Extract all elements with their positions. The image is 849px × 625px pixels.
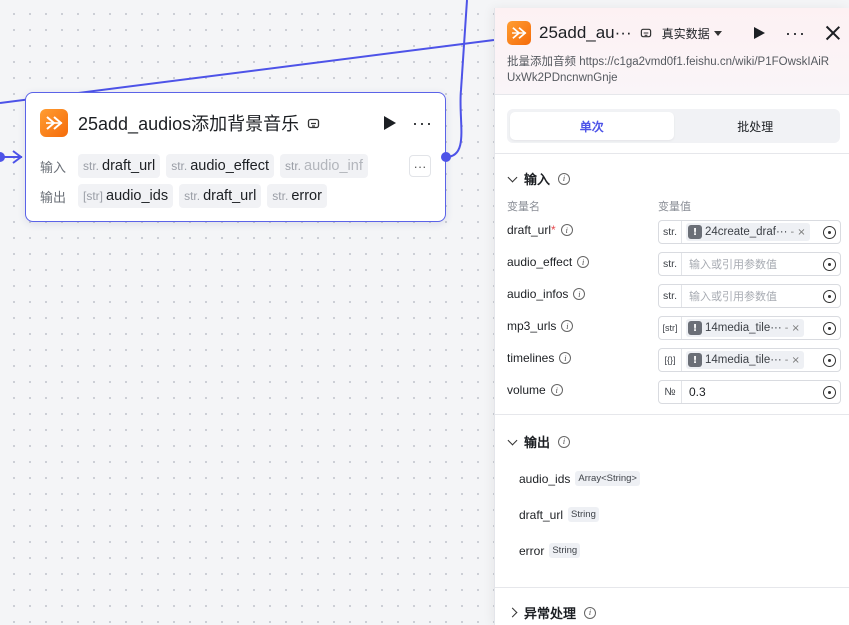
output-port-dot[interactable] bbox=[441, 152, 451, 162]
node-title: 25add_audios添加背景音乐 bbox=[78, 114, 300, 134]
remove-ref-icon[interactable]: - × bbox=[785, 323, 800, 334]
node-output-chip: str. error bbox=[267, 184, 327, 208]
capcut-app-icon bbox=[507, 21, 531, 45]
column-header-name: 变量名 bbox=[507, 200, 540, 213]
node-output-chip: str. draft_url bbox=[179, 184, 262, 208]
node-output-chip: [str] audio_ids bbox=[78, 184, 174, 208]
reference-target-icon[interactable] bbox=[823, 386, 836, 399]
param-value-field[interactable]: [str] ! 14media_tile··· - × bbox=[658, 316, 841, 340]
info-icon[interactable]: i bbox=[577, 256, 590, 268]
param-value-field[interactable]: str. 输入或引用参数值 bbox=[658, 252, 841, 276]
error-handling-section-header[interactable]: 异常处理 i bbox=[507, 603, 597, 622]
param-placeholder: 输入或引用参数值 bbox=[689, 290, 777, 303]
number-type-icon[interactable]: № bbox=[659, 381, 682, 403]
node-input-chip: str. draft_url bbox=[78, 154, 161, 178]
param-value-field[interactable]: str. ! 24create_draf··· - × bbox=[658, 220, 841, 244]
warning-icon: ! bbox=[688, 225, 702, 239]
more-icon[interactable]: ··· bbox=[785, 24, 806, 42]
reference-target-icon[interactable] bbox=[823, 226, 836, 239]
reference-target-icon[interactable] bbox=[823, 258, 836, 271]
capcut-app-icon bbox=[40, 109, 68, 137]
data-source-select[interactable]: 真实数据 bbox=[662, 25, 722, 42]
run-mode-tabs: 单次 批处理 bbox=[507, 109, 840, 143]
reference-target-icon[interactable] bbox=[823, 290, 836, 303]
remove-ref-icon[interactable]: - × bbox=[790, 227, 805, 238]
output-item: audio_ids Array<String> bbox=[519, 471, 640, 486]
reference-tag[interactable]: ! 14media_tile··· - × bbox=[686, 319, 804, 337]
tab-single[interactable]: 单次 bbox=[510, 112, 674, 140]
info-icon[interactable]: i bbox=[558, 435, 571, 448]
type-badge: Array<String> bbox=[575, 471, 640, 486]
divider bbox=[495, 587, 849, 588]
param-row-audio-infos: audio_infos i str. 输入或引用参数值 bbox=[507, 284, 842, 308]
close-icon[interactable] bbox=[826, 26, 840, 40]
info-icon[interactable]: i bbox=[558, 172, 571, 185]
copy-icon[interactable] bbox=[639, 26, 654, 41]
divider bbox=[495, 153, 849, 154]
reference-tag[interactable]: ! 24create_draf··· - × bbox=[686, 223, 810, 241]
output-row-label: 输出 bbox=[40, 190, 67, 206]
type-selector[interactable]: str. bbox=[659, 285, 682, 307]
node-settings-panel: 25add_au··· 真实数据 ··· 批量添加音频 https://c1ga… bbox=[494, 8, 849, 625]
param-value-field[interactable]: № 0.3 bbox=[658, 380, 841, 404]
type-selector[interactable]: str. bbox=[659, 253, 682, 275]
warning-icon: ! bbox=[688, 353, 702, 367]
input-section-header[interactable]: 输入 i bbox=[507, 169, 571, 188]
chevron-down-icon bbox=[507, 435, 518, 445]
info-icon[interactable]: i bbox=[560, 224, 573, 236]
param-value[interactable]: 0.3 bbox=[689, 385, 706, 399]
edge-outgoing bbox=[445, 0, 468, 158]
node-input-chip: str. audio_effect bbox=[166, 154, 274, 178]
param-row-audio-effect: audio_effect i str. 输入或引用参数值 bbox=[507, 252, 842, 276]
output-section-header[interactable]: 输出 i bbox=[507, 432, 571, 451]
node-output-row: 输出 [str] audio_ids str. draft_url str. erro… bbox=[40, 184, 431, 208]
remove-ref-icon[interactable]: - × bbox=[785, 355, 800, 366]
param-row-mp3-urls: mp3_urls i [str] ! 14media_tile··· - × bbox=[507, 316, 842, 340]
reference-tag[interactable]: ! 14media_tile··· - × bbox=[686, 351, 804, 369]
node-input-row: 输入 str. draft_url str. audio_effect str. au… bbox=[40, 154, 431, 178]
param-value-field[interactable]: str. 输入或引用参数值 bbox=[658, 284, 841, 308]
plugin-node-card[interactable]: 25add_audios添加背景音乐 ··· 输入 str. draft_url … bbox=[25, 92, 446, 222]
tab-batch[interactable]: 批处理 bbox=[674, 112, 838, 140]
output-item: draft_url String bbox=[519, 507, 599, 522]
more-inputs-button[interactable]: ··· bbox=[409, 155, 431, 177]
chevron-down-icon bbox=[713, 30, 722, 36]
run-play-icon[interactable] bbox=[754, 27, 766, 39]
type-selector[interactable]: [str] bbox=[659, 317, 682, 339]
info-icon[interactable]: i bbox=[550, 384, 563, 396]
node-more-icon[interactable]: ··· bbox=[412, 114, 433, 132]
run-node-play-icon[interactable] bbox=[384, 116, 397, 130]
info-icon[interactable]: i bbox=[561, 320, 574, 332]
chevron-down-icon bbox=[507, 172, 518, 182]
param-value-field[interactable]: [{}] ! 14media_tile··· - × bbox=[658, 348, 841, 372]
node-input-chip: str. audio_inf bbox=[279, 154, 368, 178]
info-icon[interactable]: i bbox=[573, 288, 586, 300]
info-icon[interactable]: i bbox=[559, 352, 572, 364]
chevron-right-icon bbox=[507, 607, 518, 618]
panel-title[interactable]: 25add_au··· bbox=[539, 23, 632, 43]
panel-description: 批量添加音频 https://c1ga2vmd0f1.feishu.cn/wik… bbox=[507, 56, 830, 84]
reference-target-icon[interactable] bbox=[823, 322, 836, 335]
input-row-label: 输入 bbox=[40, 160, 67, 176]
type-selector[interactable]: [{}] bbox=[659, 349, 682, 371]
column-header-value: 变量值 bbox=[658, 200, 691, 213]
reference-target-icon[interactable] bbox=[823, 354, 836, 367]
type-badge: String bbox=[549, 543, 581, 558]
param-row-timelines: timelines i [{}] ! 14media_tile··· - × bbox=[507, 348, 842, 372]
warning-icon: ! bbox=[688, 321, 702, 335]
info-icon[interactable]: i bbox=[584, 606, 597, 619]
param-row-draft-url: draft_url* i str. ! 24create_draf··· - × bbox=[507, 220, 842, 244]
panel-header: 25add_au··· 真实数据 ··· 批量添加音频 https://c1ga… bbox=[495, 8, 849, 94]
type-badge: String bbox=[568, 507, 599, 522]
divider bbox=[495, 414, 849, 415]
param-placeholder: 输入或引用参数值 bbox=[689, 258, 777, 271]
divider bbox=[495, 94, 849, 95]
copy-icon[interactable] bbox=[306, 116, 321, 131]
node-header: 25add_audios添加背景音乐 ··· bbox=[40, 107, 433, 139]
type-selector[interactable]: str. bbox=[659, 221, 682, 243]
param-row-volume: volume i № 0.3 bbox=[507, 380, 842, 404]
output-item: error String bbox=[519, 543, 581, 558]
